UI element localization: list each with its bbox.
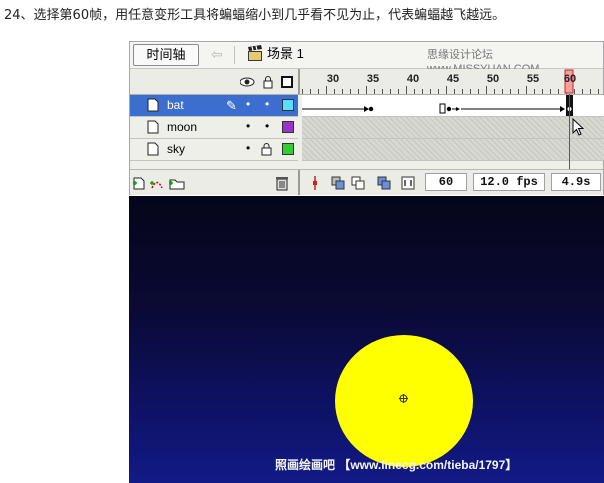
frames-sky[interactable]: [302, 139, 604, 161]
lock-icon[interactable]: [261, 142, 272, 156]
timeline-tab-button[interactable]: 时间轴: [133, 44, 199, 66]
frame-box: [439, 103, 446, 114]
ruler-tick-50: 50: [486, 73, 500, 85]
outline-icon: [281, 76, 293, 88]
eye-icon: [240, 77, 255, 87]
lock-icon: [263, 76, 273, 89]
visibility-dot[interactable]: •: [246, 97, 250, 112]
scene-clapper-icon: [248, 45, 262, 61]
frame-ruler[interactable]: 30 35 40 45 50 55 60: [302, 69, 604, 94]
pencil-icon: ✎: [226, 98, 237, 113]
layer-name-moon: moon: [167, 120, 198, 134]
keyframe-dot: [368, 106, 374, 112]
layer-buttons[interactable]: [132, 175, 186, 191]
visibility-dot[interactable]: •: [246, 119, 250, 134]
ruler-tick-40: 40: [406, 73, 420, 85]
elapsed-time-field: 4.9s: [551, 173, 601, 191]
playhead-line: [569, 94, 570, 169]
layer-row-bat[interactable]: bat ✎ • •: [130, 95, 298, 117]
modify-onion-markers-icon[interactable]: [400, 175, 416, 191]
frames-bat[interactable]: [302, 95, 604, 117]
layer-page-icon: [147, 98, 159, 112]
stage-canvas[interactable]: 照画绘画吧 【www.linecg.com/tieba/1797】: [129, 196, 604, 483]
column-separator[interactable]: [298, 69, 300, 94]
bat-tween-track: [302, 95, 604, 116]
layer-row-sky[interactable]: sky •: [130, 139, 298, 161]
toolbar-column-separator: [298, 170, 300, 195]
ruler-tick-35: 35: [366, 73, 380, 85]
instruction-text: 24、选择第60帧，用任意变形工具将蝙蝠缩小到几乎看不见为止，代表蝙蝠越飞越远。: [4, 8, 506, 23]
center-frame-icon[interactable]: [307, 175, 323, 191]
ruler-tick-45: 45: [446, 73, 460, 85]
layer-name-bat: bat: [167, 98, 184, 112]
layer-page-icon: [147, 142, 159, 156]
keyframe-dot: [446, 106, 452, 112]
timeline-bottom-toolbar: 60 12.0 fps 4.9s: [130, 169, 603, 195]
registration-point-icon: [399, 394, 408, 403]
layer-header-icons: [240, 76, 293, 89]
back-arrow-icon[interactable]: ⇦: [208, 46, 226, 62]
layer-page-icon: [147, 120, 159, 134]
timeline-header: 30 35 40 45 50 55 60: [130, 69, 603, 95]
lock-dot[interactable]: •: [265, 97, 269, 112]
onion-skin-icon[interactable]: [330, 175, 346, 191]
timeline-top-bar: 时间轴 ⇦ 场景 1 思缘设计论坛 www.MISSYUAN.COM: [130, 42, 603, 75]
insert-folder-icon: [169, 179, 185, 190]
layer-name-sky: sky: [167, 142, 185, 156]
scene-label[interactable]: 场景 1: [267, 45, 304, 63]
insert-layer-icon: [133, 177, 145, 190]
current-frame-field: 60: [425, 173, 467, 191]
layer-row-moon[interactable]: moon • •: [130, 117, 298, 139]
mouse-cursor-icon: [572, 118, 584, 136]
add-motion-guide-icon: [150, 181, 163, 189]
frames-moon[interactable]: [302, 117, 604, 139]
ruler-tick-60: 60: [563, 73, 577, 85]
outline-color-swatch[interactable]: [282, 99, 294, 111]
ruler-tick-30: 30: [326, 73, 340, 85]
toolbar-separator: [234, 46, 235, 64]
frame-rate-field[interactable]: 12.0 fps: [473, 173, 545, 191]
onion-skin-outlines-icon[interactable]: [350, 175, 366, 191]
visibility-dot[interactable]: •: [246, 141, 250, 156]
edit-multiple-frames-icon[interactable]: [376, 175, 392, 191]
timeline-panel: 时间轴 ⇦ 场景 1 思缘设计论坛 www.MISSYUAN.COM: [129, 41, 604, 195]
trash-icon[interactable]: [274, 175, 290, 191]
lock-dot[interactable]: •: [265, 119, 269, 134]
outline-color-swatch[interactable]: [282, 143, 294, 155]
ruler-tick-55: 55: [526, 73, 540, 85]
site-watermark: 照画绘画吧 【www.linecg.com/tieba/1797】: [275, 458, 518, 472]
layer-list-empty: [130, 161, 298, 169]
outline-color-swatch[interactable]: [282, 121, 294, 133]
